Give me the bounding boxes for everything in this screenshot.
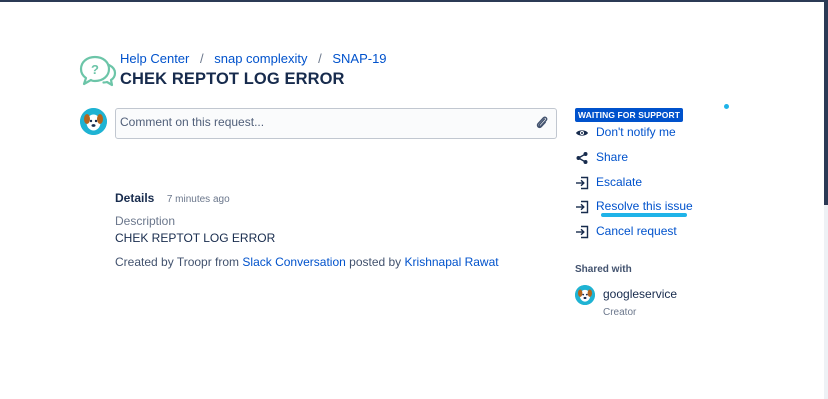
avatar xyxy=(575,285,595,305)
status-badge: WAITING FOR SUPPORT xyxy=(575,108,684,122)
scrollbar-track[interactable] xyxy=(824,205,828,399)
breadcrumb-separator: / xyxy=(318,51,322,66)
source-link[interactable]: Slack Conversation xyxy=(242,255,345,269)
transition-icon xyxy=(576,225,589,239)
share-icon xyxy=(576,152,588,164)
details-label: Details xyxy=(115,191,155,205)
share-label[interactable]: Share xyxy=(596,150,628,164)
comment-placeholder: Comment on this request... xyxy=(120,115,265,129)
cancel-request-label[interactable]: Cancel request xyxy=(596,224,677,238)
author-link[interactable]: Krishnapal Rawat xyxy=(405,255,499,269)
breadcrumb-issue-key[interactable]: SNAP-19 xyxy=(332,51,386,66)
transition-icon xyxy=(576,200,589,214)
participant-name: googleservice xyxy=(603,287,678,301)
description-value: CHEK REPTOT LOG ERROR xyxy=(115,231,276,245)
indicator-dot xyxy=(724,104,729,109)
window-right-border xyxy=(824,0,828,205)
breadcrumb: Help Center / snap complexity / SNAP-19 xyxy=(120,51,387,66)
breadcrumb-separator: / xyxy=(200,51,204,66)
resolve-label[interactable]: Resolve this issue xyxy=(596,199,693,213)
description-label: Description xyxy=(115,214,176,228)
window-top-border xyxy=(0,0,828,2)
dont-notify-label[interactable]: Don't notify me xyxy=(596,125,676,139)
details-timestamp: 7 minutes ago xyxy=(166,194,230,205)
escalate-label[interactable]: Escalate xyxy=(596,175,642,189)
page-title: CHEK REPTOT LOG ERROR xyxy=(120,70,345,88)
help-center-logo-icon: ? xyxy=(79,55,117,87)
details-header: Details 7 minutes ago xyxy=(115,189,230,207)
created-prefix: Created by Troopr from xyxy=(115,255,240,269)
participant-role: Creator xyxy=(603,307,637,318)
eye-icon xyxy=(576,130,588,136)
breadcrumb-project[interactable]: snap complexity xyxy=(214,51,307,66)
svg-text:?: ? xyxy=(91,62,99,77)
created-by-line: Created by Troopr from Slack Conversatio… xyxy=(115,255,499,269)
transition-icon xyxy=(576,176,589,190)
created-middle: posted by xyxy=(349,255,402,269)
comment-input[interactable]: Comment on this request... xyxy=(115,108,557,139)
shared-with-label: Shared with xyxy=(575,264,632,275)
avatar[interactable] xyxy=(80,108,107,135)
paperclip-icon[interactable] xyxy=(535,115,549,131)
breadcrumb-help-center[interactable]: Help Center xyxy=(120,51,189,66)
resolve-highlight xyxy=(601,213,687,217)
